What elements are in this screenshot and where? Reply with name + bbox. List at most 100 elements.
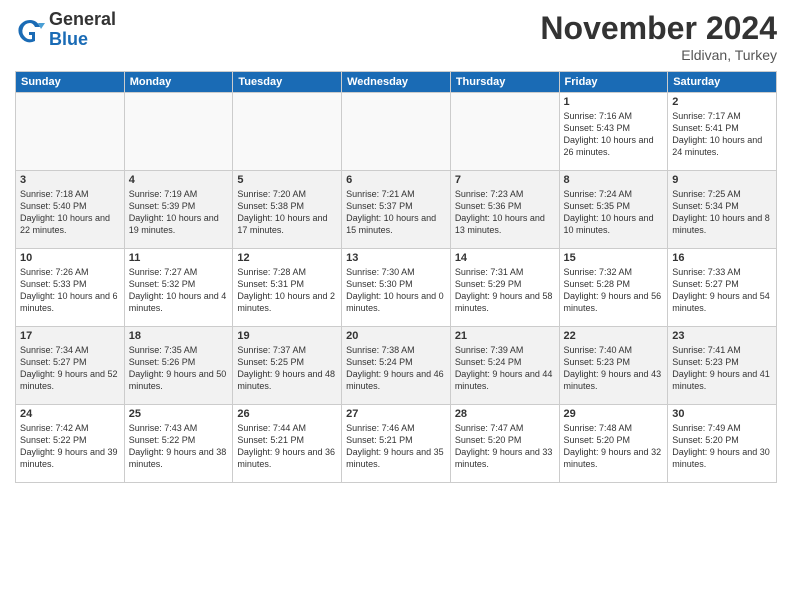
day-info: Sunrise: 7:34 AM Sunset: 5:27 PM Dayligh… <box>20 344 120 393</box>
day-info: Sunrise: 7:44 AM Sunset: 5:21 PM Dayligh… <box>237 422 337 471</box>
calendar-header-row: Sunday Monday Tuesday Wednesday Thursday… <box>16 72 777 93</box>
calendar-week-row: 1 Sunrise: 7:16 AM Sunset: 5:43 PM Daylig… <box>16 93 777 171</box>
table-row: 13 Sunrise: 7:30 AM Sunset: 5:30 PM Dayli… <box>342 249 451 327</box>
table-row <box>16 93 125 171</box>
day-info: Sunrise: 7:23 AM Sunset: 5:36 PM Dayligh… <box>455 188 555 237</box>
table-row: 7Sunrise: 7:23 AM Sunset: 5:36 PM Daylig… <box>450 171 559 249</box>
calendar-week-row: 10 Sunrise: 7:26 AM Sunset: 5:33 PM Dayli… <box>16 249 777 327</box>
table-row: 26 Sunrise: 7:44 AM Sunset: 5:21 PM Dayli… <box>233 405 342 483</box>
day-number: 14 <box>455 252 555 264</box>
logo-blue: Blue <box>49 30 116 50</box>
day-info: Sunrise: 7:42 AM Sunset: 5:22 PM Dayligh… <box>20 422 120 471</box>
day-info: Sunrise: 7:25 AM Sunset: 5:34 PM Dayligh… <box>672 188 772 237</box>
th-sunday: Sunday <box>16 72 125 93</box>
calendar-week-row: 17Sunrise: 7:34 AM Sunset: 5:27 PM Dayli… <box>16 327 777 405</box>
table-row: 4Sunrise: 7:19 AM Sunset: 5:39 PM Daylig… <box>124 171 233 249</box>
day-info: Sunrise: 7:24 AM Sunset: 5:35 PM Dayligh… <box>564 188 664 237</box>
day-info: Sunrise: 7:26 AM Sunset: 5:33 PM Dayligh… <box>20 266 120 315</box>
day-number: 12 <box>237 252 337 264</box>
location: Eldivan, Turkey <box>540 47 777 63</box>
table-row: 14Sunrise: 7:31 AM Sunset: 5:29 PM Dayli… <box>450 249 559 327</box>
day-info: Sunrise: 7:17 AM Sunset: 5:41 PM Dayligh… <box>672 110 772 159</box>
day-number: 18 <box>129 330 229 342</box>
day-info: Sunrise: 7:40 AM Sunset: 5:23 PM Dayligh… <box>564 344 664 393</box>
th-friday: Friday <box>559 72 668 93</box>
table-row: 2 Sunrise: 7:17 AM Sunset: 5:41 PM Daylig… <box>668 93 777 171</box>
day-number: 22 <box>564 330 664 342</box>
table-row: 16 Sunrise: 7:33 AM Sunset: 5:27 PM Dayli… <box>668 249 777 327</box>
day-info: Sunrise: 7:30 AM Sunset: 5:30 PM Dayligh… <box>346 266 446 315</box>
day-number: 4 <box>129 174 229 186</box>
day-number: 10 <box>20 252 120 264</box>
table-row: 5 Sunrise: 7:20 AM Sunset: 5:38 PM Daylig… <box>233 171 342 249</box>
logo-general: General <box>49 10 116 30</box>
th-tuesday: Tuesday <box>233 72 342 93</box>
table-row: 6Sunrise: 7:21 AM Sunset: 5:37 PM Daylig… <box>342 171 451 249</box>
th-saturday: Saturday <box>668 72 777 93</box>
header: General Blue November 2024 Eldivan, Turk… <box>15 10 777 63</box>
day-info: Sunrise: 7:28 AM Sunset: 5:31 PM Dayligh… <box>237 266 337 315</box>
day-number: 20 <box>346 330 446 342</box>
table-row: 10 Sunrise: 7:26 AM Sunset: 5:33 PM Dayli… <box>16 249 125 327</box>
th-thursday: Thursday <box>450 72 559 93</box>
table-row: 28 Sunrise: 7:47 AM Sunset: 5:20 PM Dayli… <box>450 405 559 483</box>
day-info: Sunrise: 7:41 AM Sunset: 5:23 PM Dayligh… <box>672 344 772 393</box>
title-block: November 2024 Eldivan, Turkey <box>540 10 777 63</box>
day-number: 3 <box>20 174 120 186</box>
day-info: Sunrise: 7:18 AM Sunset: 5:40 PM Dayligh… <box>20 188 120 237</box>
th-monday: Monday <box>124 72 233 93</box>
day-number: 28 <box>455 408 555 420</box>
table-row: 11Sunrise: 7:27 AM Sunset: 5:32 PM Dayli… <box>124 249 233 327</box>
table-row: 12 Sunrise: 7:28 AM Sunset: 5:31 PM Dayli… <box>233 249 342 327</box>
day-info: Sunrise: 7:48 AM Sunset: 5:20 PM Dayligh… <box>564 422 664 471</box>
table-row <box>233 93 342 171</box>
day-info: Sunrise: 7:27 AM Sunset: 5:32 PM Dayligh… <box>129 266 229 315</box>
table-row: 1 Sunrise: 7:16 AM Sunset: 5:43 PM Daylig… <box>559 93 668 171</box>
day-info: Sunrise: 7:16 AM Sunset: 5:43 PM Dayligh… <box>564 110 664 159</box>
calendar-week-row: 24 Sunrise: 7:42 AM Sunset: 5:22 PM Dayli… <box>16 405 777 483</box>
day-info: Sunrise: 7:20 AM Sunset: 5:38 PM Dayligh… <box>237 188 337 237</box>
day-number: 19 <box>237 330 337 342</box>
day-number: 13 <box>346 252 446 264</box>
day-number: 8 <box>564 174 664 186</box>
day-info: Sunrise: 7:43 AM Sunset: 5:22 PM Dayligh… <box>129 422 229 471</box>
day-number: 30 <box>672 408 772 420</box>
page: General Blue November 2024 Eldivan, Turk… <box>0 0 792 612</box>
day-info: Sunrise: 7:46 AM Sunset: 5:21 PM Dayligh… <box>346 422 446 471</box>
table-row: 25 Sunrise: 7:43 AM Sunset: 5:22 PM Dayli… <box>124 405 233 483</box>
day-number: 24 <box>20 408 120 420</box>
day-number: 15 <box>564 252 664 264</box>
calendar: Sunday Monday Tuesday Wednesday Thursday… <box>15 71 777 483</box>
table-row: 30 Sunrise: 7:49 AM Sunset: 5:20 PM Dayli… <box>668 405 777 483</box>
table-row: 3 Sunrise: 7:18 AM Sunset: 5:40 PM Daylig… <box>16 171 125 249</box>
day-number: 16 <box>672 252 772 264</box>
day-info: Sunrise: 7:32 AM Sunset: 5:28 PM Dayligh… <box>564 266 664 315</box>
month-title: November 2024 <box>540 10 777 47</box>
table-row <box>450 93 559 171</box>
day-number: 25 <box>129 408 229 420</box>
table-row: 22 Sunrise: 7:40 AM Sunset: 5:23 PM Dayli… <box>559 327 668 405</box>
day-info: Sunrise: 7:37 AM Sunset: 5:25 PM Dayligh… <box>237 344 337 393</box>
table-row: 8 Sunrise: 7:24 AM Sunset: 5:35 PM Daylig… <box>559 171 668 249</box>
table-row: 23 Sunrise: 7:41 AM Sunset: 5:23 PM Dayli… <box>668 327 777 405</box>
table-row: 29Sunrise: 7:48 AM Sunset: 5:20 PM Dayli… <box>559 405 668 483</box>
day-info: Sunrise: 7:38 AM Sunset: 5:24 PM Dayligh… <box>346 344 446 393</box>
day-info: Sunrise: 7:49 AM Sunset: 5:20 PM Dayligh… <box>672 422 772 471</box>
table-row: 27Sunrise: 7:46 AM Sunset: 5:21 PM Dayli… <box>342 405 451 483</box>
day-info: Sunrise: 7:33 AM Sunset: 5:27 PM Dayligh… <box>672 266 772 315</box>
day-number: 21 <box>455 330 555 342</box>
logo: General Blue <box>15 10 116 50</box>
table-row <box>124 93 233 171</box>
day-number: 5 <box>237 174 337 186</box>
day-number: 23 <box>672 330 772 342</box>
logo-icon <box>15 15 45 45</box>
day-info: Sunrise: 7:39 AM Sunset: 5:24 PM Dayligh… <box>455 344 555 393</box>
day-info: Sunrise: 7:47 AM Sunset: 5:20 PM Dayligh… <box>455 422 555 471</box>
table-row: 15 Sunrise: 7:32 AM Sunset: 5:28 PM Dayli… <box>559 249 668 327</box>
day-number: 6 <box>346 174 446 186</box>
calendar-week-row: 3 Sunrise: 7:18 AM Sunset: 5:40 PM Daylig… <box>16 171 777 249</box>
table-row: 18Sunrise: 7:35 AM Sunset: 5:26 PM Dayli… <box>124 327 233 405</box>
day-number: 26 <box>237 408 337 420</box>
day-number: 1 <box>564 96 664 108</box>
day-number: 2 <box>672 96 772 108</box>
